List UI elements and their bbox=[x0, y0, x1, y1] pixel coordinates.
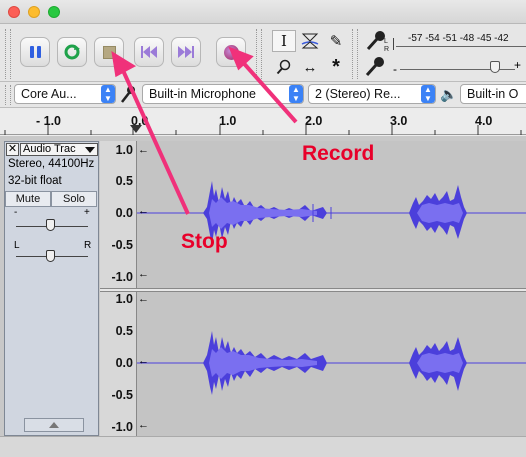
record-annotation: Record bbox=[302, 142, 375, 165]
annotation-arrows bbox=[111, 46, 298, 215]
stop-annotation: Stop bbox=[181, 230, 228, 253]
